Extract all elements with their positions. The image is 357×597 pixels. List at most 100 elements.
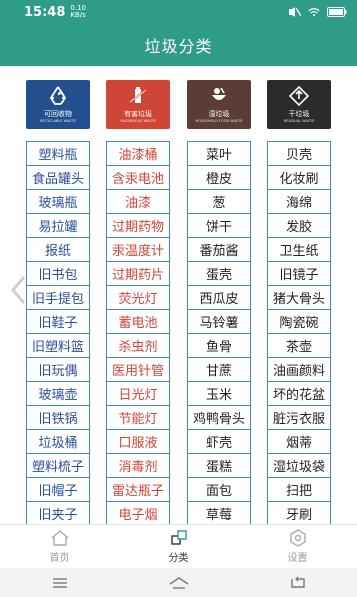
category-name: 湿垃圾 [208, 110, 230, 118]
column-dry: 贝壳 化妆刷 海绵 发胶 卫生纸 旧镜子 猪大骨头 陶瓷碗 茶壶 油画颜料 坏的花盆 脏污衣服 烟蒂 湿垃… [267, 141, 331, 524]
item-cell[interactable]: 烟蒂 [268, 430, 330, 454]
item-cell[interactable]: 雷达瓶子 [107, 478, 169, 502]
item-cell[interactable]: 报纸 [27, 238, 89, 262]
item-cell[interactable]: 旧手提包 [27, 286, 89, 310]
item-cell[interactable]: 化妆刷 [268, 166, 330, 190]
category-card-recyclable[interactable]: 可回收物 RECYCLABLE WASTE [26, 80, 90, 129]
item-cell[interactable]: 湿垃圾袋 [268, 454, 330, 478]
network-speed-unit: KB/s [70, 11, 86, 19]
item-cell[interactable]: 塑料梳子 [27, 454, 89, 478]
battery-icon [327, 7, 347, 17]
chevron-left-icon[interactable] [10, 275, 28, 305]
item-cell[interactable]: 玻璃壶 [27, 382, 89, 406]
item-cell[interactable]: 牙刷 [268, 502, 330, 524]
item-cell[interactable]: 旧书包 [27, 262, 89, 286]
food-waste-icon [212, 87, 226, 100]
tab-label: 首页 [49, 553, 70, 564]
item-cell[interactable]: 节能灯 [107, 406, 169, 430]
item-cell[interactable]: 虾壳 [188, 430, 250, 454]
settings-icon [289, 529, 306, 547]
menu-icon[interactable] [48, 575, 72, 591]
category-card-dry[interactable]: 干垃圾 RESIDUAL WASTE [267, 80, 331, 129]
residual-icon [288, 85, 310, 107]
item-cell[interactable]: 消毒剂 [107, 454, 169, 478]
item-cell[interactable]: 鱼骨 [188, 334, 250, 358]
item-cell[interactable]: 口服液 [107, 430, 169, 454]
item-cell[interactable]: 旧帽子 [27, 478, 89, 502]
item-cell[interactable]: 坏的花盆 [268, 382, 330, 406]
item-cell[interactable]: 易拉罐 [27, 214, 89, 238]
item-cell[interactable]: 玻璃瓶 [27, 190, 89, 214]
item-cell[interactable]: 菜叶 [188, 142, 250, 166]
item-cell[interactable]: 蛋壳 [188, 262, 250, 286]
item-cell[interactable]: 脏污衣服 [268, 406, 330, 430]
item-cell[interactable]: 油画颜料 [268, 358, 330, 382]
item-cell[interactable]: 面包 [188, 478, 250, 502]
category-name: 可回收物 [44, 110, 72, 118]
column-recyclable: 塑料瓶 食品罐头 玻璃瓶 易拉罐 报纸 旧书包 旧手提包 旧鞋子 旧塑料篮 旧玩偶 玻璃壶 旧铁锅 垃圾… [26, 141, 90, 524]
item-cell[interactable]: 日光灯 [107, 382, 169, 406]
category-card-hazardous[interactable]: 有害垃圾 HAZARDOUS WASTE [106, 80, 170, 129]
item-cell[interactable]: 旧塑料篮 [27, 334, 89, 358]
hazard-icon [129, 87, 147, 103]
item-cell[interactable]: 食品罐头 [27, 166, 89, 190]
tab-settings[interactable]: 设置 [238, 525, 357, 568]
item-cell[interactable]: 鸡鸭骨头 [188, 406, 250, 430]
item-cell[interactable]: 旧夹子 [27, 502, 89, 524]
item-cell[interactable]: 蛋糕 [188, 454, 250, 478]
item-cell[interactable]: 卫生纸 [268, 238, 330, 262]
item-cell[interactable]: 含汞电池 [107, 166, 169, 190]
tab-label: 设置 [287, 553, 308, 564]
item-cell[interactable]: 贝壳 [268, 142, 330, 166]
item-cell[interactable]: 饼干 [188, 214, 250, 238]
category-name-en: RECYCLABLE WASTE [40, 119, 76, 123]
item-cell[interactable]: 发胶 [268, 214, 330, 238]
item-cell[interactable]: 玉米 [188, 382, 250, 406]
category-icon [170, 530, 187, 545]
item-cell[interactable]: 旧铁锅 [27, 406, 89, 430]
home-icon [51, 530, 68, 546]
recycle-icon [50, 86, 66, 105]
item-cell[interactable]: 电子烟 [107, 502, 169, 524]
item-cell[interactable]: 马铃薯 [188, 310, 250, 334]
item-cell[interactable]: 甘蔗 [188, 358, 250, 382]
item-cell[interactable]: 油漆 [107, 190, 169, 214]
item-cell[interactable]: 西瓜皮 [188, 286, 250, 310]
category-card-wet[interactable]: 湿垃圾 HOUSEHOLD FOOD WASTE [187, 80, 251, 129]
item-cell[interactable]: 旧玩偶 [27, 358, 89, 382]
item-cell[interactable]: 猪大骨头 [268, 286, 330, 310]
category-name: 有害垃圾 [124, 110, 152, 118]
item-cell[interactable]: 葱 [188, 190, 250, 214]
item-cell[interactable]: 草莓 [188, 502, 250, 524]
classification-content[interactable]: 可回收物 RECYCLABLE WASTE 有害垃圾 HAZARDOUS WAS… [0, 66, 357, 524]
item-cell[interactable]: 蓄电池 [107, 310, 169, 334]
item-cell[interactable]: 橙皮 [188, 166, 250, 190]
page-title-text: 垃圾分类 [144, 37, 213, 56]
item-cell[interactable]: 陶瓷碗 [268, 310, 330, 334]
item-cell[interactable]: 荧光灯 [107, 286, 169, 310]
item-cell[interactable]: 垃圾桶 [27, 430, 89, 454]
status-bar: 15:48 0.10 KB/s [0, 0, 357, 24]
column-hazardous: 油漆桶 含汞电池 油漆 过期药物 汞温度计 过期药片 荧光灯 蓄电池 杀虫剂 医用针管 日光灯 节能灯… [106, 141, 170, 524]
page-title: 垃圾分类 [0, 24, 357, 66]
item-cell[interactable]: 番茄酱 [188, 238, 250, 262]
item-cell[interactable]: 塑料瓶 [27, 142, 89, 166]
column-wet: 菜叶 橙皮葱饼干 番茄酱 蛋壳 西瓜皮 马铃薯 鱼骨 甘蔗 玉米 鸡鸭骨头 虾壳 蛋糕 面包 草莓 [187, 141, 251, 524]
item-cell[interactable]: 医用针管 [107, 358, 169, 382]
tab-category[interactable]: 分类 [119, 525, 238, 568]
home-nav-icon[interactable] [167, 575, 191, 591]
item-cell[interactable]: 油漆桶 [107, 142, 169, 166]
item-cell[interactable]: 旧鞋子 [27, 310, 89, 334]
item-cell[interactable]: 汞温度计 [107, 238, 169, 262]
item-cell[interactable]: 过期药片 [107, 262, 169, 286]
wifi-icon [308, 8, 320, 17]
item-cell[interactable]: 茶壶 [268, 334, 330, 358]
item-cell[interactable]: 旧镜子 [268, 262, 330, 286]
back-icon[interactable] [286, 575, 310, 591]
item-cell[interactable]: 杀虫剂 [107, 334, 169, 358]
item-cell[interactable]: 海绵 [268, 190, 330, 214]
category-name-en: HOUSEHOLD FOOD WASTE [195, 119, 243, 123]
item-cell[interactable]: 过期药物 [107, 214, 169, 238]
tab-home[interactable]: 首页 [0, 525, 119, 568]
item-cell[interactable]: 扫把 [268, 478, 330, 502]
